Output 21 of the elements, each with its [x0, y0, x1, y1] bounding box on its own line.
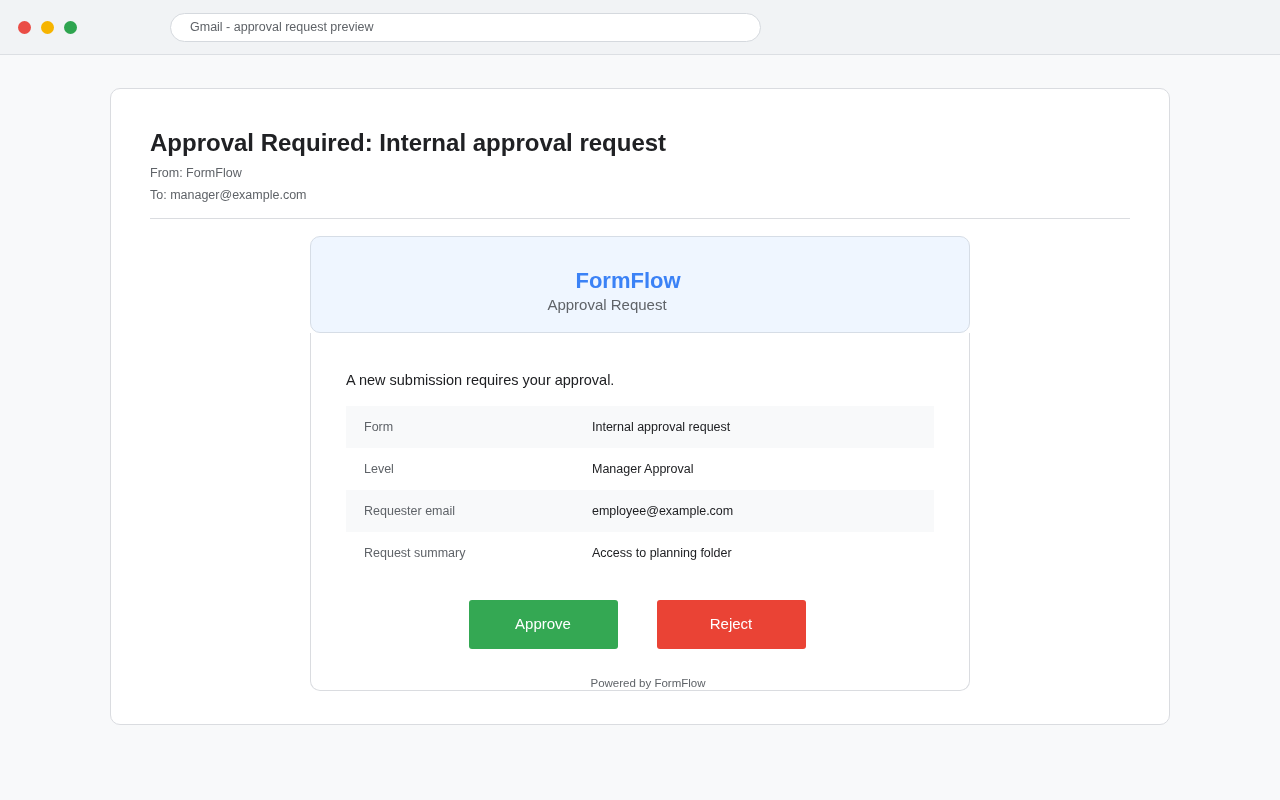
brand-title: FormFlow — [575, 267, 681, 295]
detail-value: Manager Approval — [592, 460, 694, 478]
window-control-icon[interactable] — [18, 20, 31, 34]
detail-value: Internal approval request — [592, 418, 731, 436]
approve-button[interactable]: Approve — [468, 600, 618, 649]
sender-line: From: FormFlow — [150, 165, 243, 182]
header-subtitle: Approval Request — [547, 295, 667, 315]
detail-label: Request summary — [364, 544, 467, 562]
detail-value: Access to planning folder — [592, 544, 732, 562]
email-subject: Approval Required: Internal approval request — [150, 128, 668, 158]
detail-label: Form — [364, 418, 395, 436]
footer-text: Powered by FormFlow — [589, 676, 706, 690]
detail-label: Level — [364, 460, 395, 478]
detail-label: Requester email — [364, 502, 456, 520]
address-bar[interactable]: Gmail - approval request preview — [170, 12, 761, 42]
window-control-icon[interactable] — [64, 20, 77, 34]
intro-text: A new submission requires your approval. — [346, 371, 616, 390]
recipient-line: To: manager@example.com — [150, 187, 308, 204]
detail-value: employee@example.com — [592, 502, 734, 520]
reject-button[interactable]: Reject — [656, 600, 806, 649]
window-control-icon[interactable] — [41, 20, 54, 34]
